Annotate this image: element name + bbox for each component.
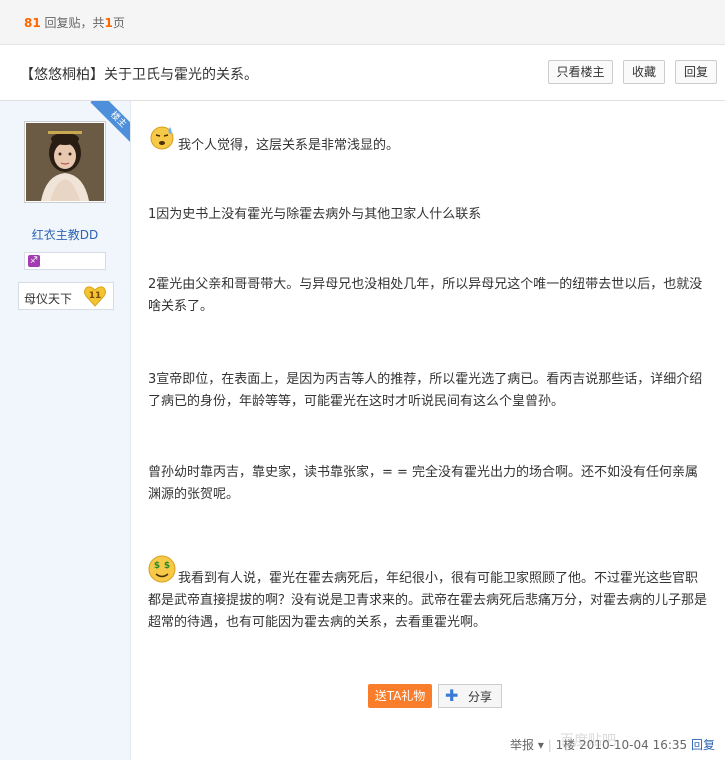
level-heart-icon[interactable]: 11 [83,284,107,308]
post-date: 2010-10-04 16:35 [579,738,688,752]
page-label: 页 [112,16,125,30]
share-label: 分享 [468,690,493,704]
thread-title-bar: 【悠悠桐柏】关于卫氏与霍光的关系。 [0,45,725,101]
reply-stats: 81 回复贴，共1页 [24,14,125,31]
rank-title: 母仪天下 [24,292,73,306]
post-paragraph: 我看到有人说，霍光在霍去病死后，年纪很小，很有可能卫家照顾了他。不过霍光这些官职… [148,571,708,630]
footer-divider: | [547,738,552,752]
top-bar: 81 回复贴，共1页 [0,0,725,45]
rank-row: 母仪天下 11 [18,282,114,310]
svg-text:$: $ [154,561,160,571]
share-plus-icon: ✚ [445,686,459,705]
page-count: 1 [104,16,113,30]
post-paragraph: 2霍光由父亲和哥哥带大。与异母兄也没相处几年，所以异母兄这个唯一的纽带去世以后，… [148,277,703,314]
post-paragraph: 3宣帝即位，在表面上，是因为丙吉等人的推荐，所以霍光选了病已。看丙吉说那些话，详… [148,372,703,409]
post-paragraph: 1因为史书上没有霍光与除霍去病外与其他卫家人什么联系 [148,207,482,222]
post-paragraph: 曾孙幼时靠丙吉，靠史家，读书靠张家，= = 完全没有霍光出力的场合啊。还不如没有… [148,465,699,502]
share-button[interactable]: ✚ 分享 [438,684,502,708]
reply-label: 回复贴，共 [44,16,105,30]
send-gift-button[interactable]: 送TA礼物 [368,684,432,708]
author-badge: 楼主 [90,101,130,143]
member-badge-row: ♐ [24,252,106,270]
author-ribbon: 楼主 [88,101,130,143]
member-badge-icon[interactable]: ♐ [28,255,40,267]
post-footer: 举报 ▾ | 1楼 2010-10-04 16:35 回复 [510,736,715,753]
post-paragraph: 我个人觉得，这层关系是非常浅显的。 [178,138,400,153]
floor-number: 1楼 [555,738,576,752]
reply-button[interactable]: 回复 [675,60,717,84]
author-name[interactable]: 红衣主教DD [0,226,130,243]
level-number: 11 [89,291,102,301]
thread-title: 【悠悠桐柏】关于卫氏与霍光的关系。 [20,67,258,83]
reply-count: 81 [24,16,41,30]
reply-link[interactable]: 回复 [691,738,715,752]
chevron-down-icon[interactable]: ▾ [538,738,544,752]
money-eyes-emoji-icon: $ $ [148,555,176,583]
report-link[interactable]: 举报 [510,738,534,752]
favorite-button[interactable]: 收藏 [623,60,665,84]
svg-text:$: $ [164,561,170,571]
only-author-button[interactable]: 只看楼主 [548,60,613,84]
